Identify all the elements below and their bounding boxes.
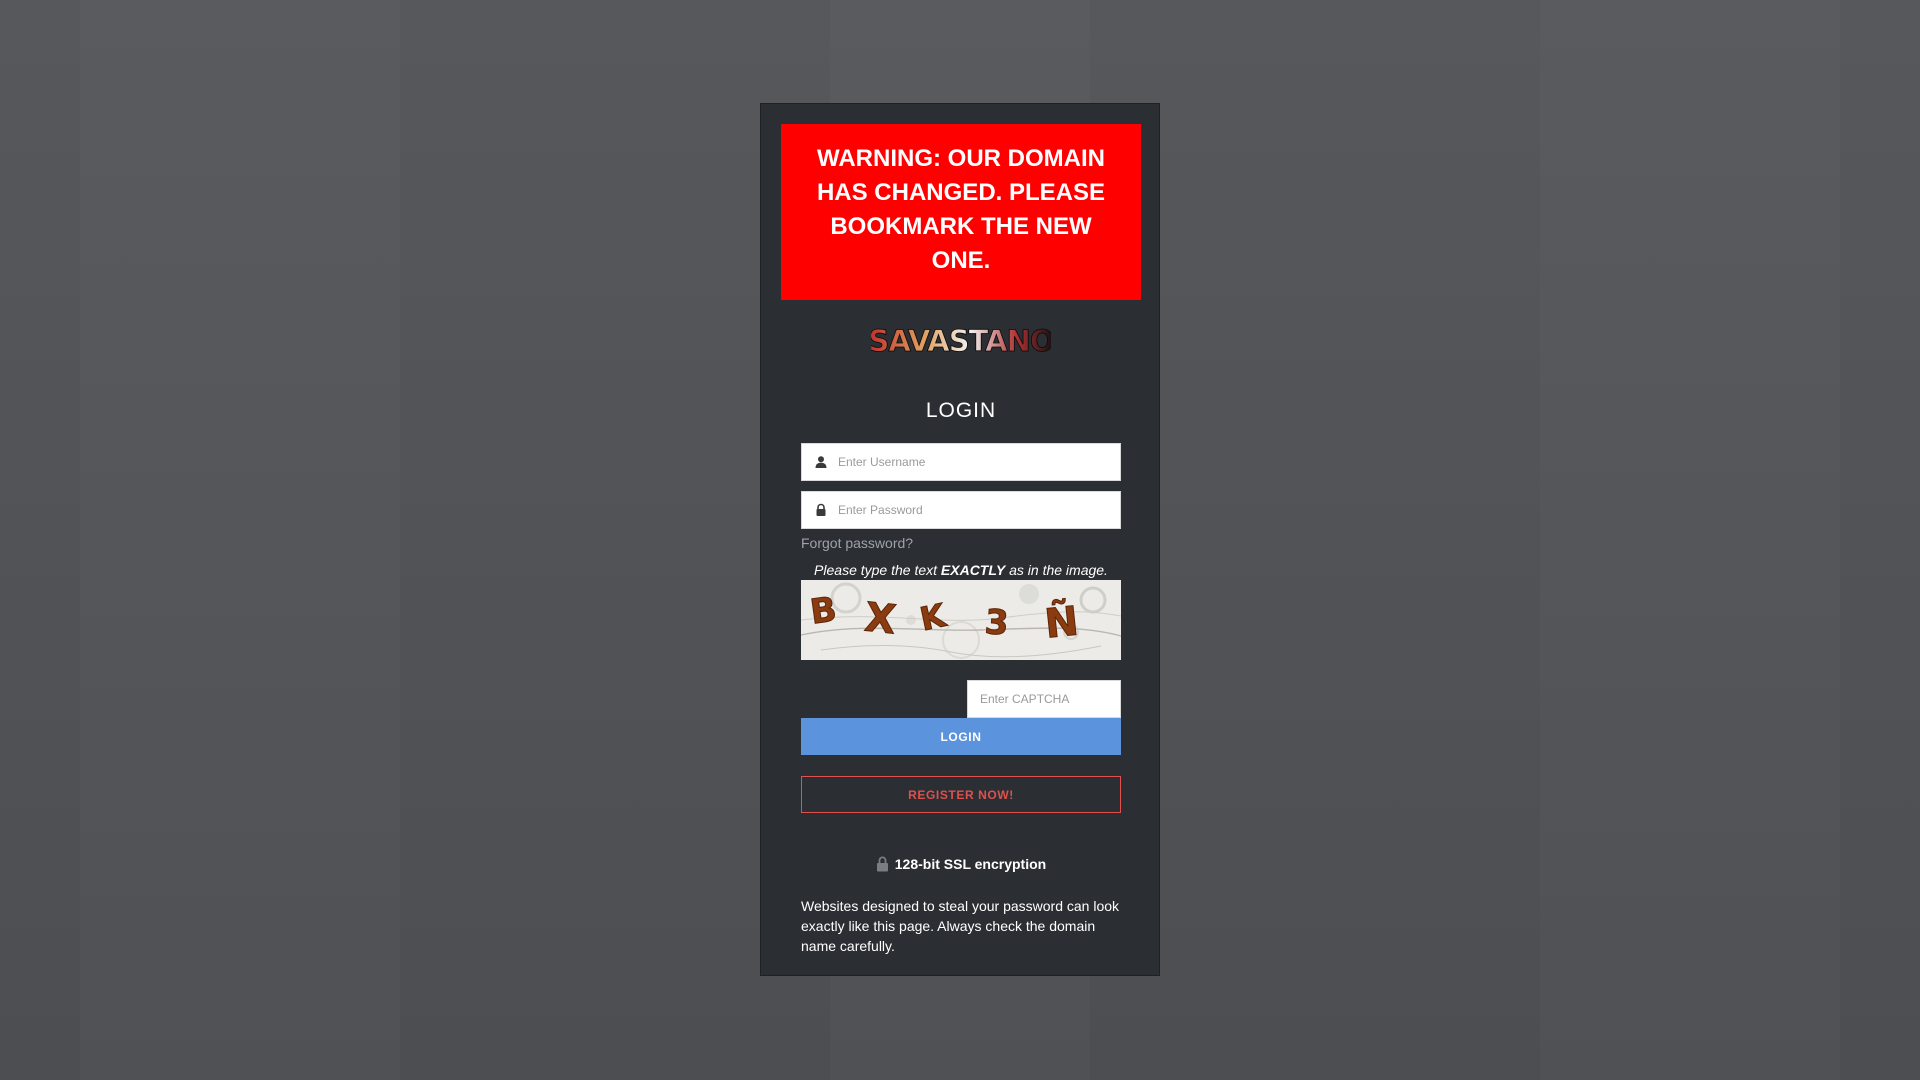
password-input[interactable] (838, 492, 1114, 528)
domain-change-warning: WARNING: OUR DOMAIN HAS CHANGED. PLEASE … (781, 124, 1141, 300)
username-field[interactable] (801, 443, 1121, 481)
phishing-notice: Websites designed to steal your password… (801, 898, 1120, 954)
captcha-char: X (863, 595, 899, 644)
captcha-field[interactable] (967, 680, 1121, 718)
user-icon (815, 456, 827, 468)
background-band (1540, 0, 1840, 1080)
login-button[interactable]: LOGIN (801, 718, 1121, 755)
captcha-hint-prefix: Please type the text (814, 562, 938, 578)
captcha-char: 3 (984, 602, 1010, 644)
ssl-badge: 128-bit SSL encryption (761, 856, 1161, 872)
captcha-input[interactable] (968, 681, 1120, 717)
username-input[interactable] (838, 444, 1114, 480)
login-card: WARNING: OUR DOMAIN HAS CHANGED. PLEASE … (760, 103, 1160, 976)
password-field[interactable] (801, 491, 1121, 529)
forgot-password-link[interactable]: Forgot password? (801, 535, 913, 551)
padlock-icon (876, 856, 888, 872)
captcha-char: Ñ (1042, 596, 1080, 647)
register-button[interactable]: REGISTER NOW! (801, 776, 1121, 813)
lock-icon (816, 503, 826, 516)
captcha-char: B (808, 589, 839, 632)
site-logo: SAVASTANO (871, 324, 1051, 359)
background-band (80, 0, 400, 1080)
captcha-hint-emphasis: EXACTLY (940, 562, 1006, 578)
ssl-label: 128-bit SSL encryption (894, 856, 1047, 872)
logo-wordmark: SAVASTANO (871, 324, 1051, 358)
captcha-hint-suffix: as in the image. (1009, 562, 1108, 578)
login-title: LOGIN (925, 399, 997, 422)
captcha-instruction: Please type the text EXACTLY as in the i… (761, 562, 1161, 578)
captcha-image: BXK3Ñ (801, 580, 1121, 660)
captcha-canvas: BXK3Ñ (801, 580, 1121, 660)
warning-text: WARNING: OUR DOMAIN HAS CHANGED. PLEASE … (816, 145, 1106, 274)
